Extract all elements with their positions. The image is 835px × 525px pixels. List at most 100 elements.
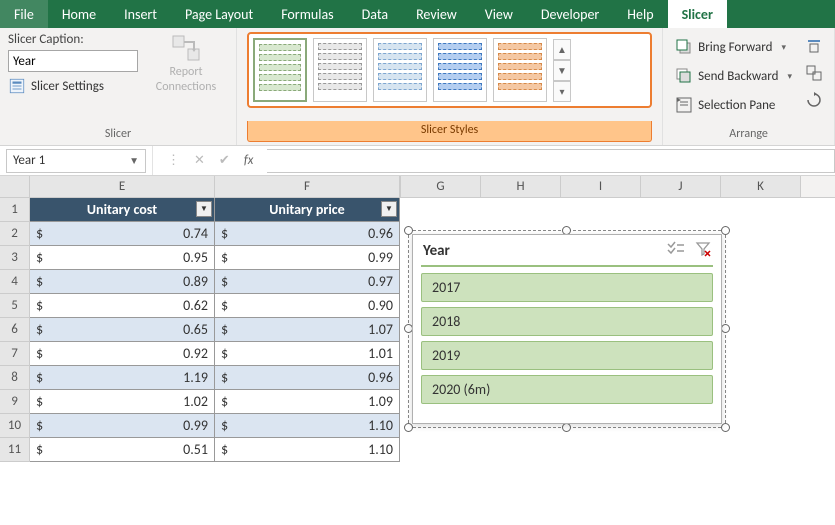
resize-handle-se[interactable]	[721, 423, 730, 432]
table-cell[interactable]: $0.92	[30, 342, 215, 366]
col-header-k[interactable]: K	[721, 176, 801, 197]
tab-data[interactable]: Data	[348, 0, 402, 28]
table-header-row: 1Unitary cost▼Unitary price▼	[0, 198, 400, 222]
group-button[interactable]	[802, 61, 826, 85]
clear-filter-icon[interactable]	[695, 241, 711, 261]
slicer-style-1[interactable]	[253, 38, 307, 102]
row-header[interactable]: 4	[0, 270, 30, 294]
table-cell[interactable]: $0.96	[215, 222, 400, 246]
table-cell[interactable]: $1.10	[215, 414, 400, 438]
table-cell[interactable]: $0.95	[30, 246, 215, 270]
table-cell[interactable]: $1.09	[215, 390, 400, 414]
bring-forward-button[interactable]: Bring Forward ▾	[671, 34, 796, 60]
slicer-style-3[interactable]	[373, 38, 427, 102]
tab-developer[interactable]: Developer	[527, 0, 613, 28]
send-backward-button[interactable]: Send Backward ▾	[671, 63, 796, 89]
tab-help[interactable]: Help	[613, 0, 667, 28]
tab-view[interactable]: View	[471, 0, 527, 28]
row-header[interactable]: 7	[0, 342, 30, 366]
selection-pane-icon	[675, 96, 693, 114]
send-backward-label: Send Backward	[698, 69, 778, 84]
table-cell[interactable]: $0.97	[215, 270, 400, 294]
options-icon[interactable]: ⋮	[167, 153, 180, 168]
col-header-g[interactable]: G	[401, 176, 481, 197]
gallery-more-button[interactable]: ▾	[553, 81, 571, 102]
table-header-cell[interactable]: Unitary cost▼	[30, 198, 215, 222]
resize-handle-sw[interactable]	[404, 423, 413, 432]
slicer-settings-label: Slicer Settings	[31, 79, 104, 94]
slicer-styles-gallery[interactable]: ▲ ▼ ▾	[247, 32, 652, 108]
chevron-down-icon[interactable]: ▼	[129, 154, 139, 167]
col-header-j[interactable]: J	[641, 176, 721, 197]
tab-home[interactable]: Home	[48, 0, 110, 28]
selection-pane-button[interactable]: Selection Pane	[671, 92, 796, 118]
table-cell[interactable]: $0.62	[30, 294, 215, 318]
chevron-down-icon[interactable]: ▾	[783, 71, 792, 82]
slicer-style-4[interactable]	[433, 38, 487, 102]
table-cell[interactable]: $0.65	[30, 318, 215, 342]
row-header[interactable]: 5	[0, 294, 30, 318]
formula-input[interactable]	[267, 149, 835, 173]
tab-review[interactable]: Review	[402, 0, 471, 28]
tab-page-layout[interactable]: Page Layout	[171, 0, 267, 28]
name-box[interactable]: Year 1 ▼	[6, 149, 146, 173]
gallery-up-button[interactable]: ▲	[553, 39, 571, 60]
enter-icon[interactable]: ✔	[219, 153, 230, 168]
row-header[interactable]: 2	[0, 222, 30, 246]
group-slicer-styles: ▲ ▼ ▾ Slicer Styles	[237, 28, 663, 145]
resize-handle-ne[interactable]	[721, 226, 730, 235]
multi-select-icon[interactable]	[667, 241, 685, 261]
table-cell[interactable]: $1.07	[215, 318, 400, 342]
slicer-style-5[interactable]	[493, 38, 547, 102]
slicer-item-2020[interactable]: 2020 (6m)	[421, 375, 713, 404]
col-header-f[interactable]: F	[215, 176, 400, 197]
col-header-h[interactable]: H	[481, 176, 561, 197]
table-cell[interactable]: $1.19	[30, 366, 215, 390]
filter-dropdown-icon[interactable]: ▼	[196, 201, 212, 217]
row-header[interactable]: 9	[0, 390, 30, 414]
cancel-icon[interactable]: ✕	[194, 153, 205, 168]
select-all-corner[interactable]	[0, 176, 30, 197]
tab-formulas[interactable]: Formulas	[267, 0, 347, 28]
row-header[interactable]: 10	[0, 414, 30, 438]
align-button[interactable]	[802, 34, 826, 58]
group-arrange-label: Arrange	[663, 125, 834, 145]
table-header-cell[interactable]: Unitary price▼	[215, 198, 400, 222]
rotate-button[interactable]	[802, 88, 826, 112]
slicer-item-2018[interactable]: 2018	[421, 307, 713, 336]
table-cell[interactable]: $0.89	[30, 270, 215, 294]
table-cell[interactable]: $0.74	[30, 222, 215, 246]
col-header-e[interactable]: E	[30, 176, 215, 197]
fx-icon[interactable]: fx	[244, 153, 254, 168]
table-cell[interactable]: $0.90	[215, 294, 400, 318]
row-header[interactable]: 3	[0, 246, 30, 270]
table-cell[interactable]: $1.02	[30, 390, 215, 414]
table-cell[interactable]: $0.51	[30, 438, 215, 462]
row-header[interactable]: 6	[0, 318, 30, 342]
tab-insert[interactable]: Insert	[110, 0, 171, 28]
slicer-year[interactable]: Year 2017 2018 2019 2020 (6m)	[412, 234, 722, 424]
table-cell[interactable]: $1.10	[215, 438, 400, 462]
slicer-style-2[interactable]	[313, 38, 367, 102]
formula-bar: Year 1 ▼ ⋮ ✕ ✔ fx	[0, 146, 835, 176]
slicer-item-2017[interactable]: 2017	[421, 273, 713, 302]
col-header-i[interactable]: I	[561, 176, 641, 197]
table-cell[interactable]: $1.01	[215, 342, 400, 366]
table-cell[interactable]: $0.99	[30, 414, 215, 438]
tab-slicer[interactable]: Slicer	[668, 0, 727, 28]
table-cell[interactable]: $0.99	[215, 246, 400, 270]
table-cell[interactable]: $0.96	[215, 366, 400, 390]
row-header[interactable]: 11	[0, 438, 30, 462]
row-header[interactable]: 1	[0, 198, 30, 222]
resize-handle-e[interactable]	[721, 324, 730, 333]
chevron-down-icon[interactable]: ▾	[777, 42, 786, 53]
slicer-caption-input[interactable]	[8, 50, 138, 72]
filter-dropdown-icon[interactable]: ▼	[381, 201, 397, 217]
slicer-item-2019[interactable]: 2019	[421, 341, 713, 370]
row-header[interactable]: 8	[0, 366, 30, 390]
tab-file[interactable]: File	[0, 0, 48, 28]
resize-handle-s[interactable]	[562, 423, 571, 432]
gallery-down-button[interactable]: ▼	[553, 60, 571, 81]
slicer-settings-button[interactable]: Slicer Settings	[8, 75, 138, 95]
bring-forward-label: Bring Forward	[698, 40, 772, 55]
